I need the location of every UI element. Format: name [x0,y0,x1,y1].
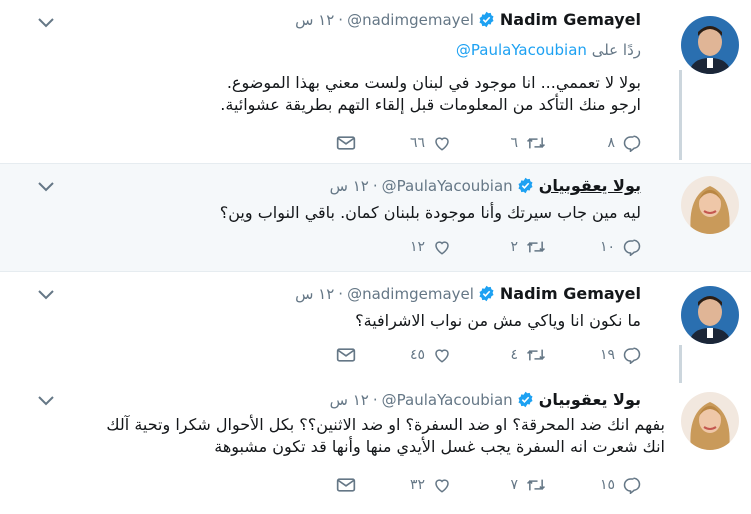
envelope-icon [336,348,356,362]
like-count: ٦٦ [409,135,425,151]
reply-prefix: ردًا على [591,41,641,59]
like-count: ١٢ [409,239,425,255]
reply-button[interactable]: ١٩ [546,346,641,364]
reply-button[interactable]: ٨ [546,134,641,152]
display-name[interactable]: Nadim Gemayel [500,284,641,303]
avatar[interactable] [681,176,739,234]
separator-dot: · [372,390,378,409]
tweet-text-line: ليه مين جاب سيرتك وأنا موجودة بلبنان كما… [219,203,641,222]
reply-button[interactable]: ١٠ [546,238,641,256]
display-name[interactable]: بولا يعقوبيان [539,390,641,409]
chevron-down-icon[interactable] [38,18,56,30]
tweet-card[interactable]: Nadim Gemayel @nadimgemayel · ١٢ س ردًا … [0,0,751,164]
chevron-down-icon[interactable] [38,290,56,302]
reply-handle-link[interactable]: @PaulaYacoubian [456,41,587,59]
tweet-text-line: ارجو منك التأكد من المعلومات قبل إلقاء ا… [220,95,641,114]
tweet-actions: ١٩ ٤ ٤٥ [261,346,641,364]
tweet-text-line: بولا لا تعممي... انا موجود في لبنان ولست… [226,73,641,92]
tweet-text-line: ما نكون انا وياكي مش من نواب الاشرافية؟ [355,311,641,330]
timestamp[interactable]: ١٢ س [295,285,334,303]
like-button[interactable]: ٦٦ [356,134,451,152]
tweet-card[interactable]: Nadim Gemayel @nadimgemayel · ١٢ س ما نك… [0,272,751,382]
tweet-header: بولا يعقوبيان @PaulaYacoubian · ١٢ س [330,176,641,195]
retweet-button[interactable]: ٢ [451,238,546,256]
tweet-header: Nadim Gemayel @nadimgemayel · ١٢ س [295,10,641,29]
heart-icon [435,479,449,493]
reply-icon [623,239,641,256]
user-handle[interactable]: @nadimgemayel [347,11,474,29]
display-name[interactable]: Nadim Gemayel [500,10,641,29]
verified-badge-icon [478,11,495,28]
tweet-card[interactable]: بولا يعقوبيان @PaulaYacoubian · ١٢ س ليه… [0,164,751,272]
retweet-icon [526,349,546,361]
heart-icon [435,137,449,151]
chevron-down-icon[interactable] [38,396,56,408]
dm-button[interactable] [261,477,356,493]
tweet-header: Nadim Gemayel @nadimgemayel · ١٢ س [295,284,641,303]
like-count: ٣٢ [409,477,425,493]
tweet-text-line: بفهم انك ضد المحرقة؟ او ضد السفرة؟ او ضد… [106,415,665,434]
like-button[interactable]: ١٢ [356,238,451,256]
reply-context: ردًا على @PaulaYacoubian [456,41,641,59]
dm-button[interactable] [261,347,356,363]
avatar[interactable] [681,392,739,450]
retweet-count: ٧ [510,477,518,493]
reply-count: ١٥ [599,477,615,493]
reply-icon [623,347,641,364]
reply-count: ٨ [607,135,615,151]
timestamp[interactable]: ١٢ س [295,11,334,29]
tweet-text: ليه مين جاب سيرتك وأنا موجودة بلبنان كما… [101,202,641,224]
reply-icon [623,135,641,152]
tweet-actions: ٨ ٦ ٦٦ [261,134,641,152]
heart-icon [435,349,449,363]
user-handle[interactable]: @nadimgemayel [347,285,474,303]
like-button[interactable]: ٤٥ [356,346,451,364]
reply-button[interactable]: ١٥ [546,476,641,494]
tweet-text-line: انك شعرت انه السفرة يجب غسل الأيدي منها … [214,437,665,456]
user-handle[interactable]: @PaulaYacoubian [382,177,513,195]
tweet-text: بولا لا تعممي... انا موجود في لبنان ولست… [101,72,641,116]
retweet-icon [526,241,546,253]
verified-badge-icon [478,285,495,302]
retweet-button[interactable]: ٤ [451,346,546,364]
retweet-count: ٤ [510,347,518,363]
retweet-button[interactable]: ٦ [451,134,546,152]
retweet-count: ٦ [510,135,518,151]
verified-badge-icon [517,391,534,408]
dm-button[interactable] [261,135,356,151]
heart-icon [435,241,449,255]
like-count: ٤٥ [409,347,425,363]
display-name[interactable]: بولا يعقوبيان [539,176,641,195]
tweet-card[interactable]: بولا يعقوبيان @PaulaYacoubian · ١٢ س بفه… [0,382,751,514]
reply-count: ١٠ [599,239,615,255]
verified-badge-icon [517,177,534,194]
reply-icon [623,477,641,494]
tweet-text: ما نكون انا وياكي مش من نواب الاشرافية؟ [101,310,641,332]
retweet-icon [526,479,546,491]
retweet-button[interactable]: ٧ [451,476,546,494]
tweet-header: بولا يعقوبيان @PaulaYacoubian · ١٢ س [330,390,641,409]
retweet-count: ٢ [510,239,518,255]
user-handle[interactable]: @PaulaYacoubian [382,391,513,409]
separator-dot: · [372,176,378,195]
like-button[interactable]: ٣٢ [356,476,451,494]
chevron-down-icon[interactable] [38,182,56,194]
envelope-icon [336,136,356,150]
reply-count: ١٩ [599,347,615,363]
tweet-actions: ١٠ ٢ ١٢ [356,238,641,256]
avatar[interactable] [681,16,739,74]
tweet-actions: ١٥ ٧ ٣٢ [261,476,641,494]
tweet-text: بفهم انك ضد المحرقة؟ او ضد السفرة؟ او ضد… [25,414,665,458]
retweet-icon [526,137,546,149]
envelope-icon [336,478,356,492]
avatar[interactable] [681,286,739,344]
timestamp[interactable]: ١٢ س [330,391,369,409]
timestamp[interactable]: ١٢ س [330,177,369,195]
separator-dot: · [338,284,344,303]
separator-dot: · [338,10,344,29]
